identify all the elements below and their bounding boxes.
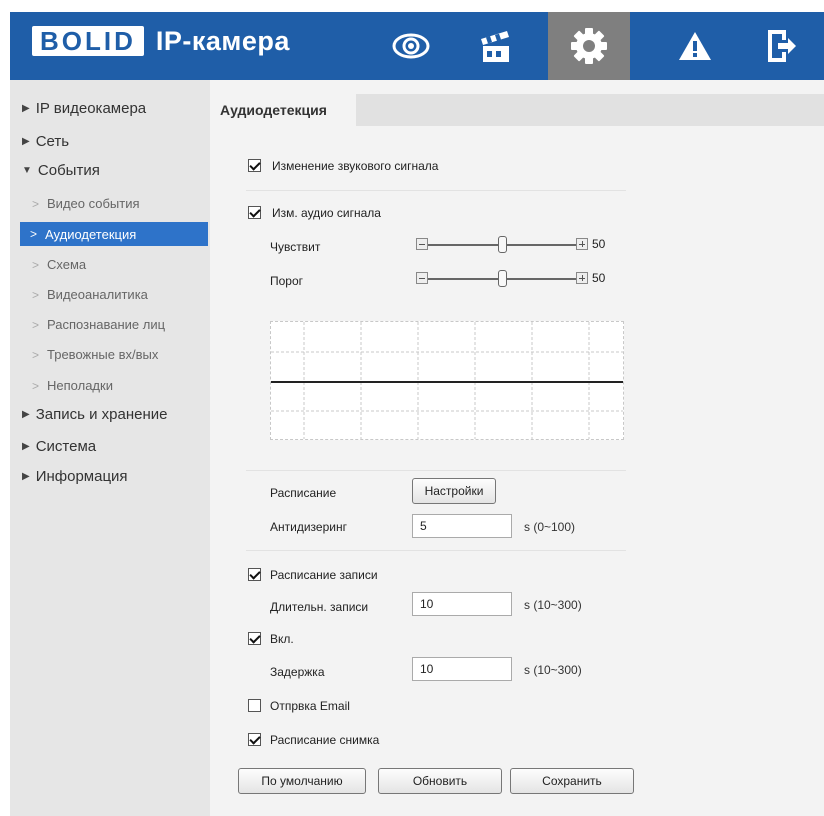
sensitivity-value: 50 <box>592 237 606 251</box>
threshold-label: Порог <box>270 274 304 288</box>
sidebar-item-label: Тревожные вх/вых <box>47 347 159 362</box>
sidebar-category-label: Система <box>35 438 97 455</box>
sidebar-category-storage[interactable]: ▶ Запись и хранение <box>22 406 167 423</box>
sidebar-item-video-events[interactable]: > Видео события <box>32 196 140 211</box>
record-schedule-checkbox[interactable] <box>248 568 261 581</box>
divider <box>246 470 626 471</box>
gear-icon <box>571 28 607 64</box>
record-duration-label: Длительн. записи <box>270 600 369 614</box>
chevron-right-icon: > <box>32 257 40 272</box>
sidebar-category-ip-camera[interactable]: ▶ IP видеокамера <box>22 100 146 117</box>
minus-icon[interactable] <box>416 238 428 250</box>
send-email-label: Отпрвка Email <box>270 699 350 713</box>
refresh-button[interactable]: Обновить <box>378 768 502 794</box>
delay-unit: s (10~300) <box>524 663 582 677</box>
enable-label: Вкл. <box>270 632 294 646</box>
threshold-value: 50 <box>592 271 606 285</box>
sidebar-item-scheme[interactable]: > Схема <box>32 257 86 272</box>
chevron-right-icon: > <box>32 347 40 362</box>
sidebar-category-information[interactable]: ▶ Информация <box>22 468 128 485</box>
nav-alarm-button[interactable] <box>654 12 736 80</box>
sidebar-item-faults[interactable]: > Неполадки <box>32 378 113 393</box>
nav-live-view-button[interactable] <box>370 12 452 80</box>
nav-settings-button[interactable] <box>548 12 630 80</box>
chevron-right-icon: > <box>30 227 38 241</box>
sidebar-item-label: Схема <box>47 257 87 272</box>
clapperboard-icon <box>481 31 509 62</box>
enable-checkbox[interactable] <box>248 632 261 645</box>
app-title: IP-камера <box>155 25 290 56</box>
sidebar-item-label: Неполадки <box>47 378 113 393</box>
sidebar-category-label: События <box>37 162 100 179</box>
sound-change-checkbox[interactable] <box>248 159 261 172</box>
sidebar-item-label: Видео события <box>47 196 140 211</box>
warning-icon <box>679 32 711 60</box>
antidither-input[interactable]: 5 <box>412 514 512 538</box>
plus-icon[interactable] <box>576 238 588 250</box>
triangle-right-icon: ▶ <box>22 103 30 114</box>
sidebar-item-video-analytics[interactable]: > Видеоаналитика <box>32 287 148 302</box>
triangle-right-icon: ▶ <box>22 136 30 147</box>
sidebar-item-alarm-io[interactable]: > Тревожные вх/вых <box>32 347 158 362</box>
triangle-right-icon: ▶ <box>22 471 30 482</box>
sidebar-category-label: Запись и хранение <box>35 406 168 423</box>
minus-icon[interactable] <box>416 272 428 284</box>
default-button[interactable]: По умолчанию <box>238 768 366 794</box>
content-panel: Аудиодетекция Изменение звукового сигнал… <box>210 80 824 816</box>
antidither-unit: s (0~100) <box>524 520 576 534</box>
sidebar-category-system[interactable]: ▶ Система <box>22 438 96 455</box>
slider-thumb[interactable] <box>497 236 507 253</box>
delay-label: Задержка <box>270 665 325 679</box>
sidebar-category-label: Сеть <box>35 133 70 150</box>
tab-audio-detection[interactable]: Аудиодетекция <box>210 94 356 126</box>
record-duration-unit: s (10~300) <box>524 598 582 612</box>
save-button[interactable]: Сохранить <box>510 768 634 794</box>
nav-playback-button[interactable] <box>454 12 536 80</box>
audio-change-label: Изм. аудио сигнала <box>272 206 381 220</box>
nav-logout-button[interactable] <box>740 12 822 80</box>
send-email-checkbox[interactable] <box>248 699 261 712</box>
sidebar-category-label: IP видеокамера <box>35 100 147 117</box>
chevron-right-icon: > <box>32 378 40 393</box>
sound-change-label: Изменение звукового сигнала <box>272 159 439 173</box>
eye-icon <box>392 33 430 59</box>
sidebar-category-events[interactable]: ▼ События <box>22 162 100 179</box>
sensitivity-label: Чувствит <box>270 240 321 254</box>
threshold-slider[interactable]: 50 <box>416 269 626 289</box>
chevron-right-icon: > <box>32 317 40 332</box>
divider <box>246 190 626 191</box>
plus-icon[interactable] <box>576 272 588 284</box>
triangle-down-icon: ▼ <box>22 165 32 176</box>
slider-thumb[interactable] <box>497 270 507 287</box>
chevron-right-icon: > <box>32 196 40 211</box>
sidebar-item-audio-detection[interactable]: > Аудиодетекция <box>20 222 208 246</box>
delay-input[interactable]: 10 <box>412 657 512 681</box>
logo: BOLID IP-камера <box>32 22 290 60</box>
audio-level-graph <box>270 321 624 440</box>
sidebar-category-network[interactable]: ▶ Сеть <box>22 133 69 150</box>
schedule-settings-button[interactable]: Настройки <box>412 478 496 504</box>
audio-change-checkbox[interactable] <box>248 206 261 219</box>
sidebar-item-label: Аудиодетекция <box>45 226 137 242</box>
sensitivity-slider[interactable]: 50 <box>416 235 626 255</box>
sidebar-category-label: Информация <box>35 468 128 485</box>
chevron-right-icon: > <box>32 287 40 302</box>
snapshot-schedule-checkbox[interactable] <box>248 733 261 746</box>
header: BOLID IP-камера <box>0 0 824 80</box>
record-schedule-label: Расписание записи <box>270 568 378 582</box>
sidebar-item-face-recognition[interactable]: > Распознавание лиц <box>32 317 165 332</box>
audio-level-plot <box>271 322 623 439</box>
record-duration-input[interactable]: 10 <box>412 592 512 616</box>
sidebar: ▶ IP видеокамера ▶ Сеть ▼ События > Виде… <box>10 80 210 816</box>
triangle-right-icon: ▶ <box>22 409 30 420</box>
logo-text: BOLID <box>32 26 144 56</box>
antidither-label: Антидизеринг <box>270 520 347 534</box>
sidebar-item-label: Видеоаналитика <box>47 287 148 302</box>
sidebar-item-label: Распознавание лиц <box>47 317 166 332</box>
triangle-right-icon: ▶ <box>22 441 30 452</box>
snapshot-schedule-label: Расписание снимка <box>270 733 380 747</box>
schedule-label: Расписание <box>270 486 337 500</box>
divider <box>246 550 626 551</box>
logout-icon <box>768 30 796 62</box>
